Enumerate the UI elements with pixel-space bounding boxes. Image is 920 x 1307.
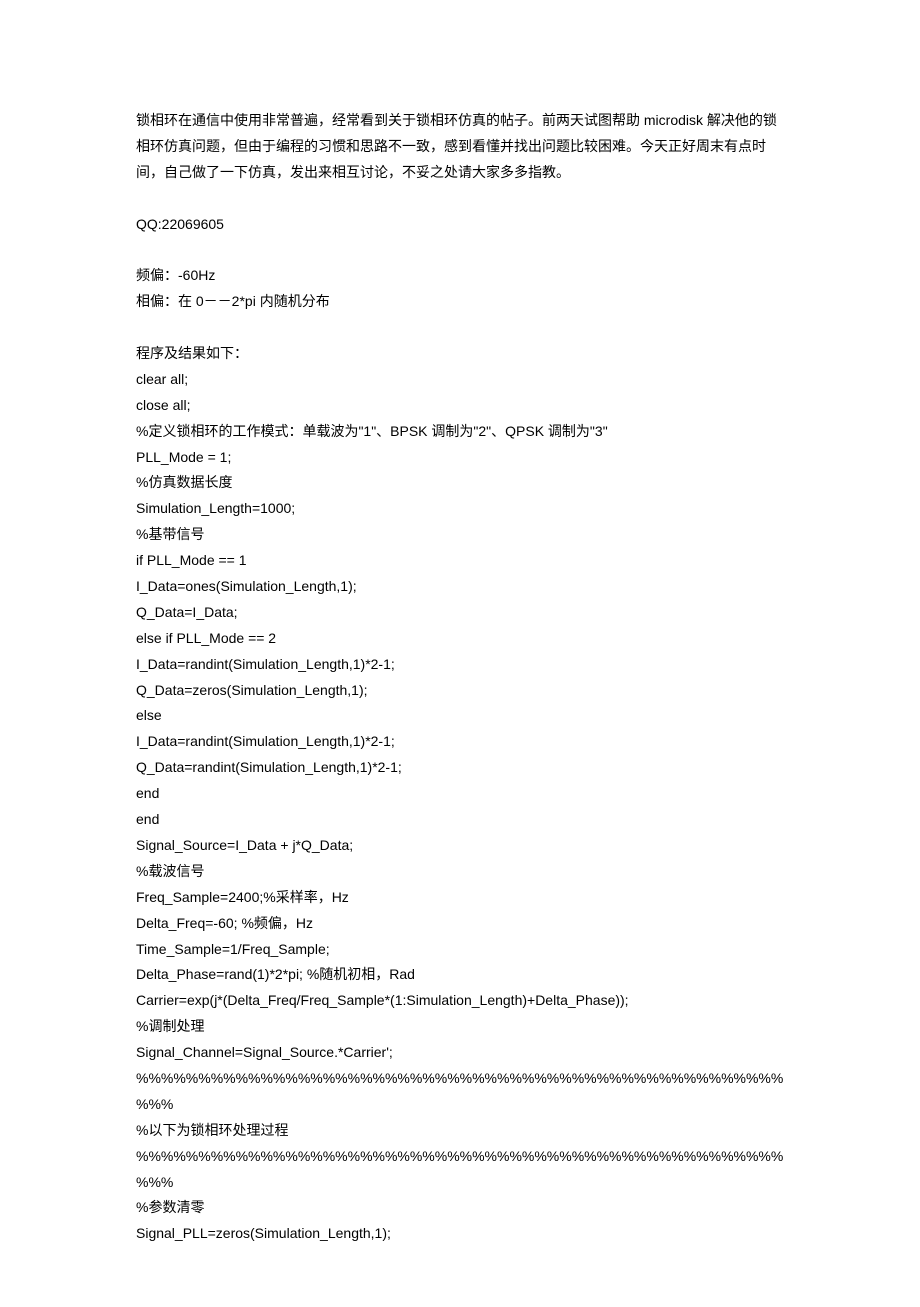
code-line: Signal_Channel=Signal_Source.*Carrier'; [136, 1040, 784, 1066]
code-line: %载波信号 [136, 859, 784, 885]
code-line: end [136, 807, 784, 833]
code-line: Q_Data=I_Data; [136, 600, 784, 626]
code-line: Simulation_Length=1000; [136, 496, 784, 522]
code-line: clear all; [136, 367, 784, 393]
code-line: Time_Sample=1/Freq_Sample; [136, 937, 784, 963]
text-line [136, 315, 784, 341]
text-line [136, 237, 784, 263]
text-line [136, 186, 784, 212]
text-line: 频偏：-60Hz [136, 263, 784, 289]
code-line: I_Data=randint(Simulation_Length,1)*2-1; [136, 652, 784, 678]
code-line: Q_Data=randint(Simulation_Length,1)*2-1; [136, 755, 784, 781]
code-line: Delta_Freq=-60; %频偏，Hz [136, 911, 784, 937]
text-line: 程序及结果如下： [136, 341, 784, 367]
code-line: %以下为锁相环处理过程 [136, 1118, 784, 1144]
code-line: %调制处理 [136, 1014, 784, 1040]
code-line: Q_Data=zeros(Simulation_Length,1); [136, 678, 784, 704]
document-content: 锁相环在通信中使用非常普遍，经常看到关于锁相环仿真的帖子。前两天试图帮助 mic… [136, 108, 784, 1247]
code-line: %%%%%%%%%%%%%%%%%%%%%%%%%%%%%%%%%%%%%%%%… [136, 1066, 784, 1118]
text-line: 相偏：在 0－－2*pi 内随机分布 [136, 289, 784, 315]
code-line: %仿真数据长度 [136, 470, 784, 496]
code-line: I_Data=ones(Simulation_Length,1); [136, 574, 784, 600]
code-line: else [136, 703, 784, 729]
code-line: Delta_Phase=rand(1)*2*pi; %随机初相，Rad [136, 962, 784, 988]
text-line: QQ:22069605 [136, 212, 784, 238]
text-line: 锁相环在通信中使用非常普遍，经常看到关于锁相环仿真的帖子。前两天试图帮助 mic… [136, 108, 784, 186]
code-line: Signal_PLL=zeros(Simulation_Length,1); [136, 1221, 784, 1247]
code-line: Signal_Source=I_Data + j*Q_Data; [136, 833, 784, 859]
code-line: Freq_Sample=2400;%采样率，Hz [136, 885, 784, 911]
code-line: %定义锁相环的工作模式：单载波为"1"、BPSK 调制为"2"、QPSK 调制为… [136, 419, 784, 445]
code-line: Carrier=exp(j*(Delta_Freq/Freq_Sample*(1… [136, 988, 784, 1014]
code-line: else if PLL_Mode == 2 [136, 626, 784, 652]
code-line: PLL_Mode = 1; [136, 445, 784, 471]
code-line: %参数清零 [136, 1195, 784, 1221]
code-line: %基带信号 [136, 522, 784, 548]
code-line: I_Data=randint(Simulation_Length,1)*2-1; [136, 729, 784, 755]
code-line: if PLL_Mode == 1 [136, 548, 784, 574]
code-line: close all; [136, 393, 784, 419]
code-line: %%%%%%%%%%%%%%%%%%%%%%%%%%%%%%%%%%%%%%%%… [136, 1144, 784, 1196]
code-line: end [136, 781, 784, 807]
